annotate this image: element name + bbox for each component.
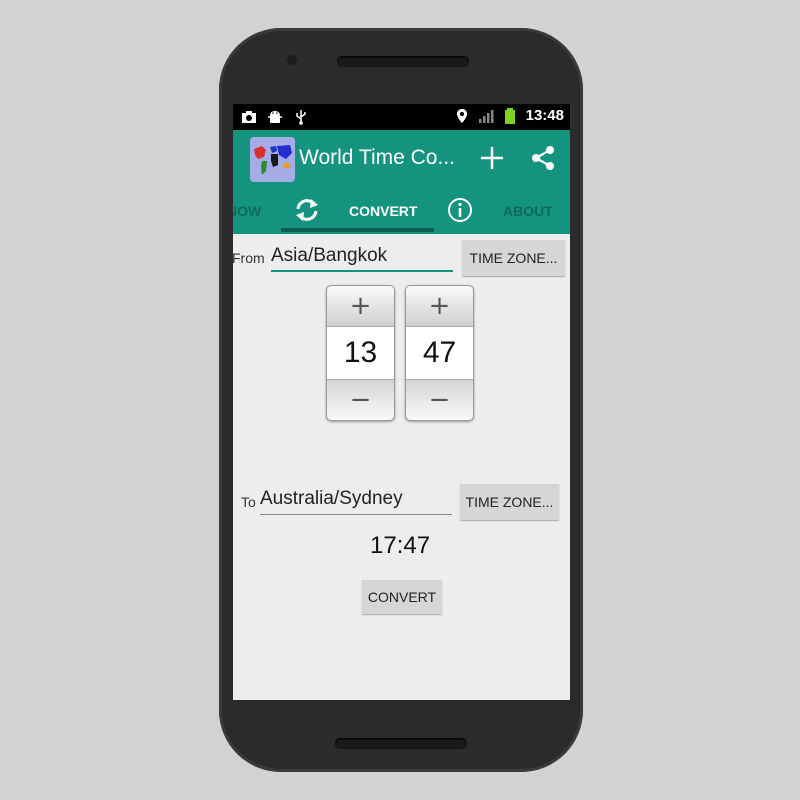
from-label: From <box>233 250 265 266</box>
tab-indicator <box>281 228 434 232</box>
bottom-speaker <box>335 738 467 749</box>
app-bar: World Time Co... NOW CONVERT <box>233 130 570 234</box>
front-camera <box>287 55 297 65</box>
battery-icon <box>504 107 515 124</box>
tab-convert[interactable]: CONVERT <box>349 203 417 219</box>
converted-time: 17:47 <box>370 532 431 559</box>
app-title: World Time Co... <box>299 146 455 169</box>
add-icon[interactable] <box>478 144 506 172</box>
camera-icon <box>242 111 256 123</box>
tab-about[interactable]: ABOUT <box>503 203 553 219</box>
minute-picker: + 47 − <box>405 285 474 421</box>
share-icon[interactable] <box>529 144 557 172</box>
usb-icon <box>296 110 306 125</box>
minute-increment-button[interactable]: + <box>406 286 473 327</box>
minute-value[interactable]: 47 <box>406 327 473 379</box>
from-timezone-button[interactable]: TIME ZONE... <box>462 240 565 276</box>
status-bar: 13:48 <box>233 104 570 130</box>
world-map-icon <box>250 137 295 182</box>
tab-bar: NOW CONVERT ABOUT <box>233 192 570 234</box>
minute-decrement-button[interactable]: − <box>406 379 473 420</box>
screen: 13:48 World Time Co... OW CONVERT ABOUT … <box>233 104 570 700</box>
info-icon[interactable] <box>447 197 473 223</box>
from-timezone-field[interactable]: Asia/Bangkok <box>271 245 453 272</box>
to-timezone-field[interactable]: Australia/Sydney <box>260 488 452 515</box>
hour-value[interactable]: 13 <box>327 327 394 379</box>
app-logo <box>250 137 295 182</box>
to-timezone-button[interactable]: TIME ZONE... <box>460 484 559 520</box>
signal-icon <box>478 109 494 123</box>
to-label: To <box>241 494 256 510</box>
convert-button[interactable]: CONVERT <box>362 580 442 614</box>
refresh-icon[interactable] <box>293 196 321 224</box>
android-debug-icon <box>268 111 282 123</box>
top-speaker <box>337 56 469 67</box>
hour-picker: + 13 − <box>326 285 395 421</box>
tab-now[interactable]: NOW <box>233 203 261 219</box>
location-icon <box>456 108 467 123</box>
status-time: 13:48 <box>525 107 564 124</box>
hour-decrement-button[interactable]: − <box>327 379 394 420</box>
hour-increment-button[interactable]: + <box>327 286 394 327</box>
